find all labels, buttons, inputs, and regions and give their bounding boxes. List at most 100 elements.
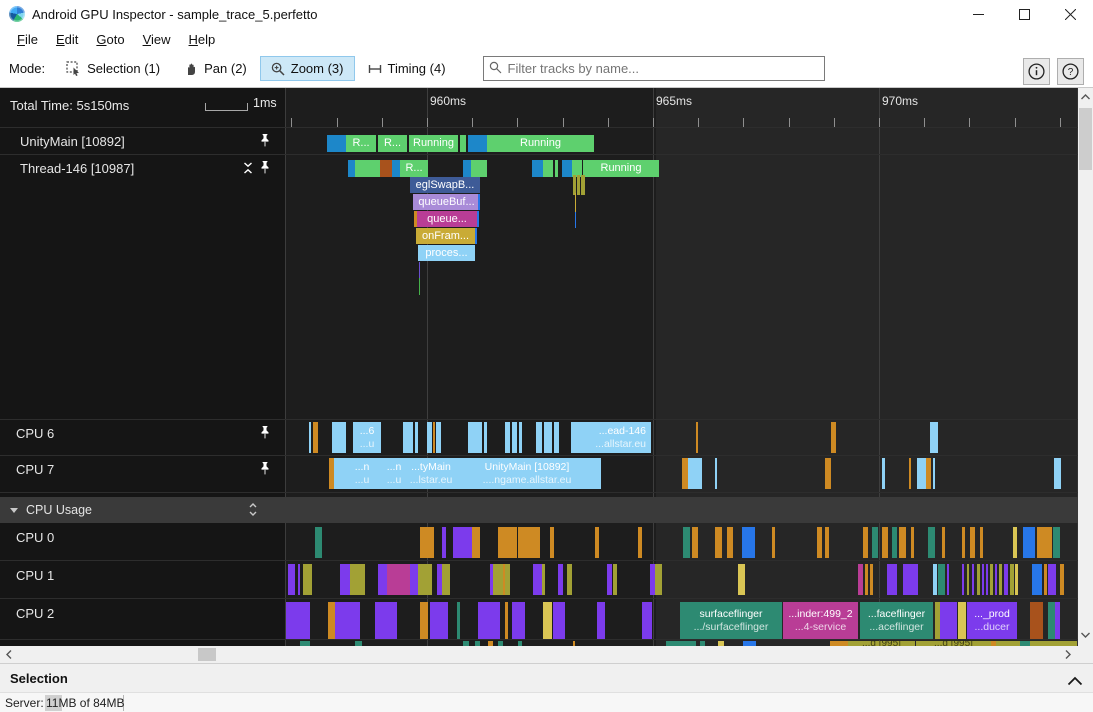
- trace-span[interactable]: [938, 564, 945, 595]
- trace-span[interactable]: [433, 422, 435, 453]
- trace-span[interactable]: [567, 564, 572, 595]
- trace-span[interactable]: [863, 527, 868, 558]
- trace-span[interactable]: [340, 564, 350, 595]
- trace-span[interactable]: [892, 527, 897, 558]
- trace-span[interactable]: Running: [487, 135, 594, 152]
- trace-span[interactable]: [887, 564, 897, 595]
- trace-span[interactable]: [911, 527, 914, 558]
- trace-span[interactable]: [387, 564, 410, 595]
- trace-span[interactable]: [986, 564, 988, 595]
- trace-span[interactable]: Running: [409, 135, 458, 152]
- trace-span[interactable]: [285, 602, 310, 639]
- trace-span[interactable]: [715, 458, 717, 489]
- trace-span[interactable]: ...inder:499_2...4-service: [783, 602, 858, 639]
- trace-span[interactable]: [327, 135, 346, 152]
- trace-span[interactable]: [940, 602, 957, 639]
- trace-span[interactable]: [418, 564, 432, 595]
- trace-span[interactable]: [962, 527, 965, 558]
- vertical-scroll-thumb[interactable]: [1079, 108, 1092, 170]
- trace-span[interactable]: [772, 527, 775, 558]
- trace-span[interactable]: [543, 160, 553, 177]
- trace-span[interactable]: [982, 564, 984, 595]
- trace-span[interactable]: [825, 527, 829, 558]
- track-row-cpu-6[interactable]: CPU 6: [0, 420, 285, 456]
- trace-span[interactable]: [442, 527, 446, 558]
- trace-span[interactable]: [536, 422, 542, 453]
- trace-span[interactable]: [1013, 527, 1017, 558]
- trace-span[interactable]: [1054, 458, 1061, 489]
- trace-span[interactable]: [477, 211, 479, 227]
- trace-span[interactable]: [550, 527, 554, 558]
- collapse-icon[interactable]: [242, 161, 254, 180]
- trace-span[interactable]: proces...: [418, 245, 475, 261]
- track-row-cpu-2[interactable]: CPU 2: [0, 600, 285, 638]
- trace-span[interactable]: [419, 278, 420, 295]
- trace-span[interactable]: [505, 564, 510, 595]
- trace-span[interactable]: [727, 527, 733, 558]
- trace-span[interactable]: [335, 602, 360, 639]
- trace-span[interactable]: [543, 602, 552, 639]
- trace-span[interactable]: [315, 527, 322, 558]
- timeline-area[interactable]: 960ms965ms970msR...R...RunningRunningR..…: [0, 88, 1093, 646]
- trace-span[interactable]: [858, 564, 863, 595]
- trace-span[interactable]: [427, 422, 432, 453]
- trace-span[interactable]: [554, 422, 559, 453]
- menu-file[interactable]: File: [8, 30, 47, 49]
- pin-icon[interactable]: [259, 133, 271, 153]
- trace-span[interactable]: [597, 602, 605, 639]
- scroll-up-arrow[interactable]: [1078, 90, 1093, 104]
- trace-span[interactable]: [468, 422, 482, 453]
- trace-span[interactable]: [870, 564, 873, 595]
- trace-span[interactable]: [403, 422, 413, 453]
- trace-span[interactable]: [505, 422, 510, 453]
- trace-span[interactable]: [544, 422, 552, 453]
- cpu-usage-section-header[interactable]: CPU Usage: [0, 497, 1078, 523]
- trace-span[interactable]: [1010, 564, 1014, 595]
- trace-span[interactable]: ...faceflinger...aceflinger: [860, 602, 933, 639]
- trace-span[interactable]: [309, 422, 311, 453]
- trace-span[interactable]: [463, 160, 471, 177]
- menu-view[interactable]: View: [134, 30, 180, 49]
- trace-span[interactable]: queue...: [417, 211, 477, 227]
- trace-span[interactable]: [288, 564, 295, 595]
- trace-span[interactable]: [933, 458, 935, 489]
- trace-span[interactable]: [688, 458, 702, 489]
- trace-span[interactable]: [420, 527, 434, 558]
- trace-span[interactable]: [298, 564, 300, 595]
- trace-span[interactable]: [484, 422, 487, 453]
- trace-span[interactable]: [1015, 564, 1018, 595]
- trace-span[interactable]: [972, 564, 974, 595]
- track-row-cpu-0[interactable]: CPU 0: [0, 524, 285, 560]
- trace-span[interactable]: [899, 527, 906, 558]
- selection-mode-button[interactable]: Selection (1): [55, 56, 171, 81]
- trace-span[interactable]: [926, 458, 931, 489]
- trace-span[interactable]: [738, 564, 745, 595]
- trace-span[interactable]: [1060, 564, 1064, 595]
- trace-span[interactable]: R...: [400, 160, 428, 177]
- trace-span[interactable]: [638, 527, 642, 558]
- trace-span[interactable]: surfaceflinger.../surfaceflinger: [680, 602, 782, 639]
- trace-span[interactable]: [995, 564, 997, 595]
- trace-span[interactable]: [375, 602, 397, 639]
- trace-span[interactable]: [493, 564, 503, 595]
- trace-span[interactable]: [1048, 564, 1056, 595]
- trace-span[interactable]: [303, 564, 312, 595]
- trace-span[interactable]: [1032, 564, 1042, 595]
- trace-span[interactable]: [505, 602, 508, 639]
- trace-span[interactable]: [518, 527, 540, 558]
- trace-span[interactable]: [977, 564, 980, 595]
- trace-span[interactable]: [930, 422, 938, 453]
- timing-mode-button[interactable]: Timing (4): [357, 56, 457, 81]
- pan-mode-button[interactable]: Pan (2): [173, 56, 258, 81]
- trace-span[interactable]: queueBuf...: [413, 194, 480, 210]
- trace-span[interactable]: [1055, 602, 1060, 639]
- trace-span[interactable]: [933, 564, 937, 595]
- trace-span[interactable]: [380, 160, 392, 177]
- trace-span[interactable]: [1048, 602, 1055, 639]
- menu-edit[interactable]: Edit: [47, 30, 87, 49]
- trace-span[interactable]: [642, 602, 652, 639]
- filter-tracks-input[interactable]: [483, 56, 825, 81]
- horizontal-scrollbar[interactable]: [0, 646, 1093, 663]
- pin-icon[interactable]: [259, 425, 271, 445]
- trace-span[interactable]: ...ead-146...allstar.eu: [571, 422, 651, 453]
